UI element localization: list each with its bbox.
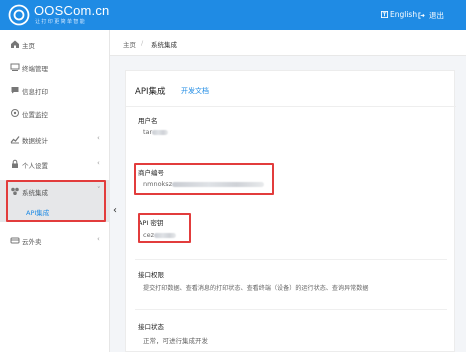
sidebar-item-label: 个人设置: [22, 162, 48, 170]
brand-tagline: 让打印更简单智能: [35, 19, 87, 25]
breadcrumb-separator: /: [141, 39, 144, 47]
logout-label: 退出: [429, 11, 444, 20]
logout-icon: [418, 12, 425, 19]
permissions-value: 提交打印数据、查看消息的打印状态、查看终端（设备）的运行状态、查询异常数据: [143, 285, 369, 292]
permissions-label: 接口权限: [138, 271, 164, 279]
breadcrumb-current: 系统集成: [151, 41, 177, 49]
sidebar-collapse-button[interactable]: ‹: [110, 205, 120, 217]
logout-button[interactable]: 退出: [418, 10, 444, 21]
message-icon: [11, 87, 19, 94]
delivery-icon: [10, 237, 20, 244]
highlight-box-integration: [6, 180, 106, 222]
sidebar-item-home[interactable]: 主页: [0, 33, 110, 55]
chevron-left-icon: ‹: [97, 159, 100, 167]
chevron-left-icon: ‹: [97, 235, 100, 243]
chevron-left-icon: ‹: [97, 134, 100, 142]
section-divider: [135, 259, 447, 260]
location-icon: [11, 109, 19, 117]
username-label: 用户名: [138, 117, 158, 125]
sidebar-item-label: 主页: [22, 42, 35, 50]
card-title: API集成: [135, 87, 166, 97]
top-bar: OOSCom.cn 让打印更简单智能 English 退出: [0, 0, 466, 30]
api-integration-card: API集成 开发文档 用户名 tar 商户编号 nmnoksz API 密钥 c…: [125, 70, 456, 352]
dev-docs-link[interactable]: 开发文档: [181, 86, 209, 96]
sidebar-item-label: 云外卖: [22, 238, 42, 246]
breadcrumb: 主页 / 系统集成: [110, 30, 466, 56]
sidebar: 主页 终端管理 信息打印 位置监控 数据统计 ‹ 个人设置 ‹ 系统集成 ˅ A…: [0, 30, 110, 352]
breadcrumb-home[interactable]: 主页: [123, 39, 136, 49]
card-header: API集成 开发文档: [126, 71, 456, 107]
language-switch[interactable]: English: [381, 10, 417, 19]
sidebar-item-label: 位置监控: [22, 111, 48, 119]
sidebar-item-statistics[interactable]: 数据统计 ‹: [0, 128, 110, 150]
status-label: 接口状态: [138, 323, 164, 331]
language-icon: [381, 11, 388, 18]
highlight-box-api-key: [138, 213, 191, 243]
sidebar-item-label: 信息打印: [22, 88, 48, 96]
sidebar-item-settings[interactable]: 个人设置 ‹: [0, 153, 110, 175]
sidebar-item-label: 终端管理: [22, 65, 48, 73]
sidebar-item-location[interactable]: 位置监控: [0, 102, 110, 124]
brand-name[interactable]: OOSCom.cn: [34, 4, 109, 17]
home-icon: [11, 40, 19, 48]
redacted-blur: [152, 129, 169, 135]
sidebar-item-terminal[interactable]: 终端管理: [0, 56, 110, 78]
terminal-icon: [10, 63, 20, 71]
highlight-box-account: [134, 163, 274, 195]
lock-icon: [12, 159, 18, 168]
username-text: tar: [143, 128, 153, 136]
section-divider: [135, 309, 447, 310]
sidebar-item-message[interactable]: 信息打印: [0, 79, 110, 101]
sidebar-item-delivery[interactable]: 云外卖 ‹: [0, 229, 110, 251]
logo-icon[interactable]: [8, 4, 30, 26]
language-label: English: [390, 10, 418, 19]
username-value: tar: [143, 128, 169, 136]
chart-icon: [10, 136, 20, 144]
sidebar-item-label: 数据统计: [22, 137, 48, 145]
status-value: 正常，可进行集成开发: [143, 337, 208, 345]
